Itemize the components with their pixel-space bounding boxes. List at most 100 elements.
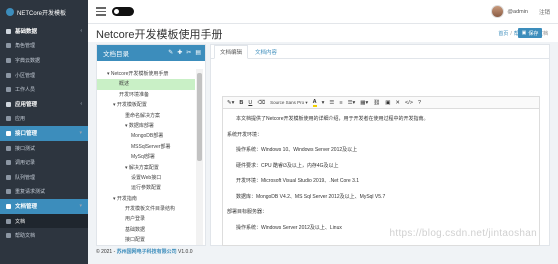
sidebar-item[interactable]: 角色管理 <box>0 39 88 54</box>
menu-icon <box>6 116 11 122</box>
tab-doc-content[interactable]: 文档内容 <box>250 46 282 58</box>
sidebar-item[interactable]: 调用记录 <box>0 155 88 170</box>
editor-paragraph: 系统开发环境： <box>227 131 263 138</box>
sidebar-item[interactable]: 应用管理 ‹ <box>0 97 88 112</box>
sidebar-item[interactable]: 帮助文档 <box>0 228 88 243</box>
menu-icon <box>6 174 11 180</box>
tree-node[interactable]: ▾ 数据库部署 <box>97 121 195 131</box>
footer-version: V1.0.0 <box>176 249 193 255</box>
tree-node[interactable]: 基础数据 <box>97 225 195 235</box>
editor-paragraph: 数据库：MongoDB V4.2、MS Sql Server 2012及以上、M… <box>236 193 386 200</box>
tree-scrollbar[interactable] <box>196 69 203 245</box>
menu-icon <box>6 28 11 34</box>
code-view-icon[interactable]: </> <box>405 100 413 106</box>
catalog-title: 文档目录 <box>103 51 129 58</box>
breadcrumb-home[interactable]: 首页 <box>498 31 508 37</box>
eraser-icon[interactable]: ⌫ <box>257 100 265 106</box>
menu-icon <box>6 57 11 63</box>
editor-paragraph: 开发环境：Microsoft Visual Studio 2019、.Net C… <box>236 178 360 184</box>
editor-tabs: 文档编辑 文档内容 <box>211 45 549 59</box>
underline-button[interactable]: U <box>248 100 252 106</box>
sidebar-item[interactable]: 工作人员 <box>0 82 88 97</box>
delete-icon[interactable]: ✂ <box>186 49 191 56</box>
sidebar-item[interactable]: 字典云数据 <box>0 53 88 68</box>
watermark: https://blog.csdn.net/jintaoshan <box>389 228 537 239</box>
page-header: Netcore开发模板使用手册 首页/帮助文档 / 文档 <box>88 24 558 42</box>
tree-node[interactable]: ▾ 开发模板配置 <box>97 100 195 110</box>
save-button[interactable]: ▣ 保存 <box>518 28 542 38</box>
fullscreen-icon[interactable]: ✕ <box>395 100 400 106</box>
tree-node[interactable]: ▾ 开发指南 <box>97 194 195 204</box>
editor-paragraph: 部署目标服务器： <box>227 209 268 215</box>
scrollbar-thumb[interactable] <box>197 73 202 161</box>
tree-node[interactable]: 开发模板文件目录结构 <box>97 204 195 214</box>
sidebar-item[interactable]: 基础数据 ‹ <box>0 24 88 39</box>
sidebar-item-label: 小区管理 <box>15 72 36 79</box>
tree-node[interactable]: 接口配置 <box>97 235 195 245</box>
tree-node[interactable]: 运行参数配置 <box>97 183 195 193</box>
editor-paragraph: 操作系统：Windows 10、Windows Server 2012及以上 <box>236 147 358 153</box>
tree-node[interactable]: 用户登录 <box>97 214 195 224</box>
tree-node[interactable]: 概述 <box>97 79 195 90</box>
rich-text-editor[interactable]: 本文档提供了Netcore开发模板使用的详细介绍，用于开发者在使用过程中的开发指… <box>222 108 540 246</box>
sidebar-item[interactable]: 应用 <box>0 112 88 127</box>
menu-toggle-icon[interactable] <box>96 7 106 16</box>
catalog-toolbar: ✎ ✚ ✂ ▤ <box>168 49 201 56</box>
sidebar-item[interactable]: 文档管理 ▾ <box>0 199 88 214</box>
ordered-list-icon[interactable]: ≡ <box>339 100 342 106</box>
sidebar-item[interactable]: 小区管理 <box>0 68 88 83</box>
sidebar-item-label: 队列管理 <box>15 174 36 181</box>
theme-toggle[interactable] <box>112 7 134 16</box>
align-icon[interactable]: ☰▾ <box>348 100 356 106</box>
sidebar-item-label: 文档管理 <box>15 204 38 211</box>
sidebar-item-label: 文档 <box>15 218 26 225</box>
add-icon[interactable]: ✚ <box>177 49 182 56</box>
bold-button[interactable]: B <box>239 100 243 106</box>
menu-icon <box>6 130 11 136</box>
doc-tree: ▾ Netcore开发模板使用手册 概述 开发环境准备 ▾ 开发模板配置 重命名解决方案… <box>97 69 195 245</box>
tree-node[interactable]: MySql部署 <box>97 152 195 162</box>
unordered-list-icon[interactable]: ☰ <box>329 100 334 106</box>
sidebar-item-label: 基础数据 <box>15 29 38 36</box>
edit-icon[interactable]: ✎ <box>168 49 173 56</box>
tree-node[interactable]: 设置Web接口 <box>97 173 195 183</box>
tree-node[interactable]: 开发环境准备 <box>97 90 195 100</box>
sidebar-item-label: 调用记录 <box>15 160 36 167</box>
menu-icon <box>6 203 11 209</box>
menu-icon <box>6 43 11 49</box>
sidebar-item-label: 角色管理 <box>15 43 36 50</box>
list-icon[interactable]: ▤ <box>195 49 201 56</box>
brand[interactable]: NETCore开发模板 <box>0 0 88 24</box>
user-name: @admin <box>507 8 528 15</box>
font-color-button[interactable]: A <box>312 99 317 107</box>
tree-node[interactable]: ▾ Netcore开发模板使用手册 <box>97 69 195 79</box>
color-dropdown-icon[interactable]: ▾ <box>322 100 325 106</box>
tab-doc-edit[interactable]: 文档编辑 <box>214 45 249 59</box>
link-icon[interactable]: ⛓ <box>373 100 380 106</box>
tree-node[interactable]: ▾ 解决方案配置 <box>97 163 195 173</box>
font-select[interactable]: Source Sans Pro ▾ <box>270 100 308 106</box>
help-icon[interactable]: ? <box>418 100 421 106</box>
tree-node[interactable]: 重命名解决方案 <box>97 111 195 121</box>
magic-icon[interactable]: ✎▾ <box>227 100 234 106</box>
tree-node[interactable]: MongoDB部署 <box>97 131 195 141</box>
tree-node[interactable]: MSSqlServer部署 <box>97 142 195 152</box>
sidebar-item[interactable]: 接口管理 ▾ <box>0 126 88 141</box>
avatar <box>491 5 505 18</box>
footer-prefix: © 2021 - <box>96 249 117 255</box>
user-menu[interactable]: @admin <box>491 5 528 18</box>
table-icon[interactable]: ▦▾ <box>360 100 368 106</box>
logout-link[interactable]: 注销 <box>539 8 550 16</box>
footer-company[interactable]: 苏州国网电子科技有限公司 <box>117 249 177 255</box>
image-icon[interactable]: ▣ <box>385 100 390 106</box>
sidebar-item-label: 应用 <box>15 116 26 123</box>
sidebar-item[interactable]: 队列管理 <box>0 170 88 185</box>
menu-icon <box>6 189 11 195</box>
sidebar-item[interactable]: 重复请求测试 <box>0 185 88 200</box>
sidebar-item[interactable]: 接口测试 <box>0 141 88 156</box>
sidebar-item[interactable]: 文档 <box>0 213 88 229</box>
save-icon: ▣ <box>521 30 527 36</box>
menu-icon <box>6 87 11 93</box>
brand-title: NETCore开发模板 <box>17 10 67 17</box>
sidebar-item-label: 重复请求测试 <box>15 189 46 196</box>
